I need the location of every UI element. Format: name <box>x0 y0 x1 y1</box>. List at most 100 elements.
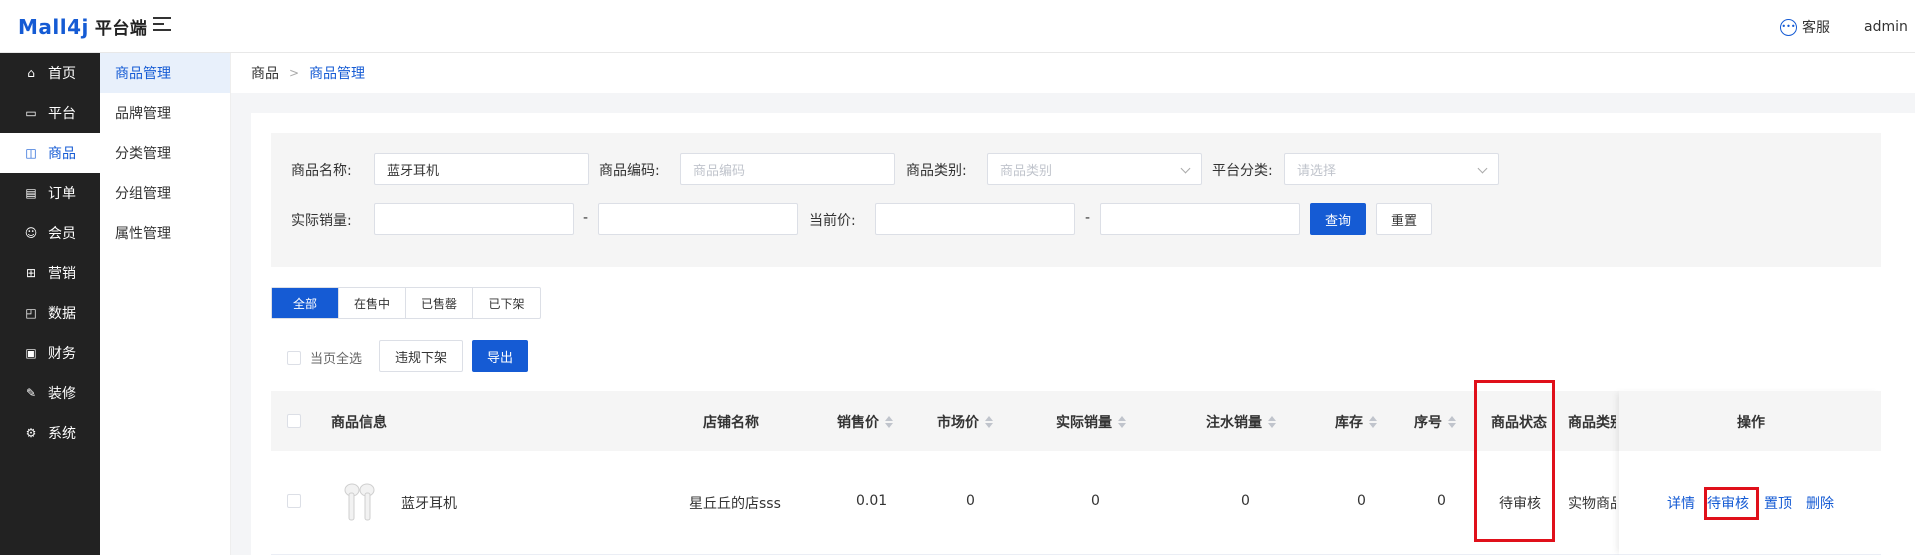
subnav-item-brand-management[interactable]: 品牌管理 <box>100 93 230 133</box>
gear-icon: ⚙ <box>25 426 37 440</box>
sidebar-item-member[interactable]: ☺ 会员 <box>0 213 100 253</box>
sidebar-item-order[interactable]: ▤ 订单 <box>0 173 100 213</box>
chevron-down-icon <box>1180 163 1191 174</box>
sidebar-item-data[interactable]: ◰ 数据 <box>0 293 100 333</box>
product-code-label: 商品编码: <box>599 163 660 179</box>
shop-name: 星丘丘的店sss <box>689 496 781 512</box>
customer-service-button[interactable]: ••• 客服 <box>1780 17 1830 37</box>
product-image[interactable] <box>335 481 385 523</box>
sidebar-item-home[interactable]: ⌂ 首页 <box>0 53 100 93</box>
tab-sold-out[interactable]: 已售罄 <box>406 288 473 318</box>
actual-sales-label: 实际销量: <box>291 213 352 229</box>
logo: Mall4j 平台端 <box>18 14 147 39</box>
price-max-input[interactable] <box>1100 203 1300 235</box>
delete-link[interactable]: 删除 <box>1806 493 1834 513</box>
sort-icon[interactable] <box>985 416 993 428</box>
stock: 0 <box>1357 493 1366 509</box>
product-code-input[interactable]: 商品编码 <box>680 153 895 185</box>
breadcrumb-current: 商品管理 <box>309 66 366 82</box>
sale-price: 0.01 <box>856 493 888 509</box>
finance-icon: ▣ <box>25 346 37 360</box>
chevron-down-icon <box>1477 163 1488 174</box>
breadcrumb: 商品 > 商品管理 <box>231 53 1915 93</box>
sidebar-item-system[interactable]: ⚙ 系统 <box>0 413 100 453</box>
platform-category-label: 平台分类: <box>1212 163 1273 179</box>
sort-icon[interactable] <box>885 416 893 428</box>
search-button[interactable]: 查询 <box>1310 203 1366 235</box>
col-seq[interactable]: 序号 <box>1414 412 1456 432</box>
col-shop-name: 店铺名称 <box>703 415 759 431</box>
gift-icon: ⊞ <box>25 266 37 280</box>
range-dash: - <box>1085 210 1091 226</box>
product-category-label: 商品类别: <box>906 163 967 179</box>
select-all-checkbox[interactable] <box>287 414 301 428</box>
col-sale-price[interactable]: 销售价 <box>837 412 893 432</box>
sidebar: ⌂ 首页 ▭ 平台 ◫ 商品 ▤ 订单 ☺ 会员 ⊞ 营销 ◰ 数据 ▣ 财务 ✎ 装修 ⚙ 系统 <box>0 53 100 555</box>
sort-icon[interactable] <box>1448 416 1456 428</box>
platform-category-select[interactable]: 请选择 <box>1284 153 1499 185</box>
operations-column: 操作 详情 待审核 置顶 删除 <box>1619 391 1881 555</box>
status-column-highlight <box>1474 380 1555 542</box>
order-icon: ▤ <box>25 186 37 200</box>
sort-icon[interactable] <box>1268 416 1276 428</box>
subnav-item-product-management[interactable]: 商品管理 <box>100 53 230 93</box>
home-icon: ⌂ <box>27 66 35 80</box>
user-icon: ☺ <box>24 226 38 240</box>
fake-sales: 0 <box>1241 493 1250 509</box>
product-name[interactable]: 蓝牙耳机 <box>401 493 457 513</box>
review-link-highlight <box>1704 487 1759 520</box>
filter-form: 商品名称: 蓝牙耳机 商品编码: 商品编码 商品类别: 商品类别 平台分类: 请… <box>271 133 1881 267</box>
violation-off-shelf-button[interactable]: 违规下架 <box>379 340 463 372</box>
range-dash: - <box>583 210 589 226</box>
subnav-item-category-management[interactable]: 分类管理 <box>100 133 230 173</box>
sort-icon[interactable] <box>1118 416 1126 428</box>
sidebar-item-platform[interactable]: ▭ 平台 <box>0 93 100 133</box>
chevron-right-icon: > <box>289 66 300 80</box>
sidebar-item-product[interactable]: ◫ 商品 <box>0 133 100 173</box>
price-min-input[interactable] <box>875 203 1075 235</box>
col-fake-sales[interactable]: 注水销量 <box>1206 412 1276 432</box>
subnav-item-group-management[interactable]: 分组管理 <box>100 173 230 213</box>
sidebar-item-finance[interactable]: ▣ 财务 <box>0 333 100 373</box>
top-bar: Mall4j 平台端 ••• 客服 admin <box>0 0 1915 53</box>
sales-min-input[interactable] <box>374 203 574 235</box>
select-page-checkbox[interactable]: 当页全选 <box>287 348 362 367</box>
user-menu[interactable]: admin <box>1864 19 1908 35</box>
col-actual-sales[interactable]: 实际销量 <box>1056 412 1126 432</box>
market-price: 0 <box>966 493 975 509</box>
brush-icon: ✎ <box>25 386 37 400</box>
product-category-select[interactable]: 商品类别 <box>987 153 1202 185</box>
reset-button[interactable]: 重置 <box>1376 203 1432 235</box>
breadcrumb-root[interactable]: 商品 <box>251 63 279 83</box>
product-name-label: 商品名称: <box>291 163 352 179</box>
status-tabs: 全部 在售中 已售罄 已下架 <box>271 287 541 319</box>
bag-icon: ◫ <box>25 146 37 160</box>
sidebar-item-decoration[interactable]: ✎ 装修 <box>0 373 100 413</box>
sort-icon[interactable] <box>1369 416 1377 428</box>
logo-text: Mall4j <box>18 15 89 39</box>
customer-service-label: 客服 <box>1802 20 1830 36</box>
current-price-label: 当前价: <box>809 213 856 229</box>
subnav-item-attribute-management[interactable]: 属性管理 <box>100 213 230 253</box>
sub-sidebar: 商品管理 品牌管理 分类管理 分组管理 属性管理 <box>100 53 231 555</box>
monitor-icon: ▭ <box>25 106 37 120</box>
checkbox[interactable] <box>287 350 301 365</box>
seq: 0 <box>1437 493 1446 509</box>
sales-max-input[interactable] <box>598 203 798 235</box>
tab-all[interactable]: 全部 <box>272 288 339 318</box>
pin-top-link[interactable]: 置顶 <box>1764 493 1792 513</box>
product-name-input[interactable]: 蓝牙耳机 <box>374 153 589 185</box>
sidebar-item-marketing[interactable]: ⊞ 营销 <box>0 253 100 293</box>
product-table: 商品信息 店铺名称 销售价 市场价 实际销量 注水销量 库存 序号 商品状态 商… <box>271 391 1881 555</box>
tab-on-sale[interactable]: 在售中 <box>339 288 406 318</box>
detail-link[interactable]: 详情 <box>1667 493 1695 513</box>
menu-toggle-icon[interactable] <box>153 17 171 33</box>
export-button[interactable]: 导出 <box>472 340 528 372</box>
tab-off-shelf[interactable]: 已下架 <box>473 288 540 318</box>
chat-icon: ••• <box>1780 18 1797 36</box>
col-product-info: 商品信息 <box>331 415 387 431</box>
col-market-price[interactable]: 市场价 <box>937 412 993 432</box>
product-type: 实物商品 <box>1568 496 1616 512</box>
row-checkbox[interactable] <box>287 494 301 508</box>
col-stock[interactable]: 库存 <box>1335 412 1377 432</box>
